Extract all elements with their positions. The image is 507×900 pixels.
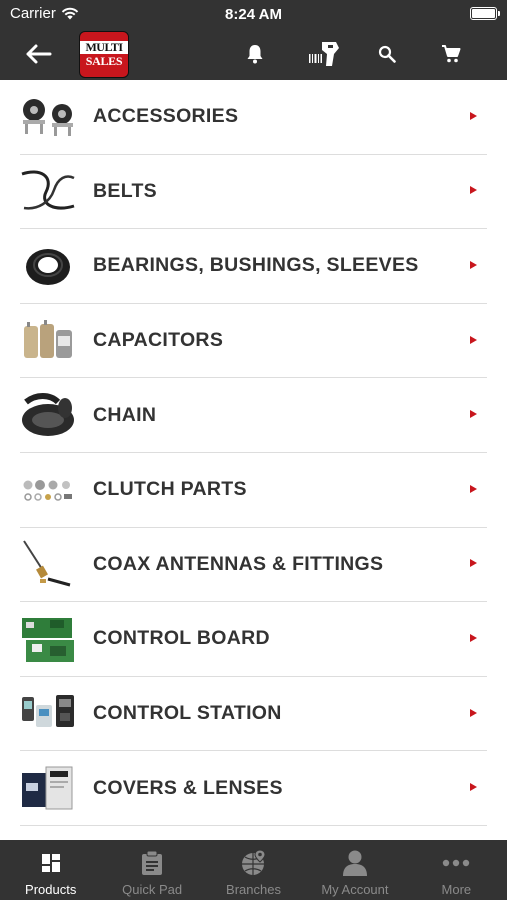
category-label: CHAIN <box>93 403 157 426</box>
chevron-right-icon <box>470 484 477 493</box>
battery-icon <box>470 7 500 20</box>
chain-thumb <box>20 390 76 440</box>
category-row-clutch-parts[interactable]: CLUTCH PARTS <box>20 453 487 528</box>
bearings-thumb <box>20 241 76 291</box>
chevron-right-icon <box>470 559 477 568</box>
category-label: CLUTCH PARTS <box>93 478 247 501</box>
chevron-right-icon <box>470 186 477 195</box>
chevron-right-icon <box>470 335 477 344</box>
logo-line-1: MULTI <box>80 40 128 54</box>
wifi-icon <box>61 7 79 20</box>
chevron-right-icon <box>470 708 477 717</box>
category-list: ACCESSORIES BELTS BEARINGS, BUSHINGS, SL… <box>0 80 507 840</box>
category-label: ACCESSORIES <box>93 105 239 128</box>
user-icon <box>340 848 370 878</box>
clipboard-icon <box>137 848 167 878</box>
app-header: MULTI SALES <box>0 28 507 80</box>
scan-button[interactable] <box>308 38 340 70</box>
category-label: CONTROL STATION <box>93 702 282 725</box>
chevron-right-icon <box>470 783 477 792</box>
category-row-control-station[interactable]: CONTROL STATION <box>20 677 487 752</box>
category-row-capacitors[interactable]: CAPACITORS <box>20 304 487 379</box>
globe-pin-icon <box>239 848 269 878</box>
control-board-thumb <box>20 614 76 664</box>
covers-lenses-thumb <box>20 763 76 813</box>
status-bar: Carrier 8:24 AM <box>0 0 507 28</box>
tab-my-account[interactable]: My Account <box>304 840 405 900</box>
tab-bar: Products Quick Pad Branches My Account M… <box>0 840 507 900</box>
barcode-scanner-icon <box>309 42 339 66</box>
belts-thumb <box>20 166 76 216</box>
category-label: CONTROL BOARD <box>93 627 270 650</box>
cart-button[interactable] <box>435 38 467 70</box>
search-icon <box>378 45 396 63</box>
logo-line-2: SALES <box>85 53 123 68</box>
tab-products[interactable]: Products <box>0 840 101 900</box>
back-button[interactable] <box>24 40 54 68</box>
tab-label: More <box>441 882 472 897</box>
bell-icon <box>247 45 263 64</box>
category-row-belts[interactable]: BELTS <box>20 155 487 230</box>
accessories-thumb <box>20 92 76 142</box>
cart-icon <box>442 45 461 63</box>
category-label: CAPACITORS <box>93 329 224 352</box>
status-carrier: Carrier <box>10 5 79 22</box>
capacitors-thumb <box>20 316 76 366</box>
category-row-bearings[interactable]: BEARINGS, BUSHINGS, SLEEVES <box>20 229 487 304</box>
control-station-thumb <box>20 689 76 739</box>
arrow-left-icon <box>26 44 52 64</box>
category-row-covers-lenses[interactable]: COVERS & LENSES <box>20 751 487 826</box>
tab-quick-pad[interactable]: Quick Pad <box>101 840 202 900</box>
category-label: COAX ANTENNAS & FITTINGS <box>93 552 384 575</box>
carrier-label: Carrier <box>10 5 56 22</box>
grid-icon <box>36 848 66 878</box>
tab-label: Products <box>25 882 77 897</box>
category-row-control-board[interactable]: CONTROL BOARD <box>20 602 487 677</box>
category-label: BELTS <box>93 179 157 202</box>
tab-branches[interactable]: Branches <box>203 840 304 900</box>
chevron-right-icon <box>470 633 477 642</box>
chevron-right-icon <box>470 410 477 419</box>
category-label: COVERS & LENSES <box>93 776 283 799</box>
tab-more[interactable]: More <box>406 840 507 900</box>
multi-sales-logo[interactable]: MULTI SALES <box>79 31 129 78</box>
notifications-button[interactable] <box>239 38 271 70</box>
more-dots-icon <box>441 848 471 878</box>
category-row-chain[interactable]: CHAIN <box>20 378 487 453</box>
status-time: 8:24 AM <box>225 5 282 23</box>
coax-thumb <box>20 539 76 589</box>
category-row-accessories[interactable]: ACCESSORIES <box>20 80 487 155</box>
tab-label: Quick Pad <box>122 882 183 897</box>
category-row-coax[interactable]: COAX ANTENNAS & FITTINGS <box>20 528 487 603</box>
battery-fill <box>472 9 495 18</box>
tab-label: My Account <box>321 882 389 897</box>
search-button[interactable] <box>371 38 403 70</box>
clutch-parts-thumb <box>20 465 76 515</box>
chevron-right-icon <box>470 111 477 120</box>
category-label: BEARINGS, BUSHINGS, SLEEVES <box>93 254 419 277</box>
tab-label: Branches <box>226 882 281 897</box>
chevron-right-icon <box>470 260 477 269</box>
